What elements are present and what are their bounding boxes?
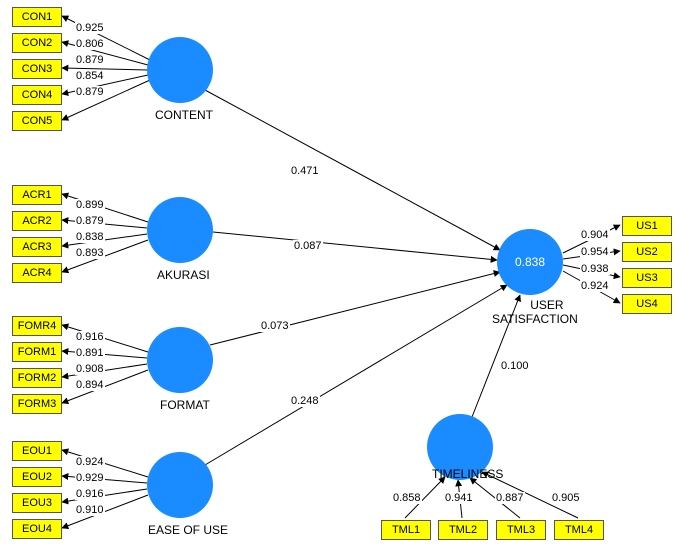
label-ease-of-use: EASE OF USE [148,523,228,537]
ind-us3: US3 [622,268,672,288]
load-us4: 0.924 [580,280,610,292]
load-acr2: 0.879 [75,215,105,227]
load-eou3: 0.916 [75,488,105,500]
ind-us4: US4 [622,294,672,314]
ind-tml2: TML2 [438,520,488,540]
path-timeliness-us: 0.100 [500,360,530,372]
load-eou1: 0.924 [75,456,105,468]
load-acr4: 0.893 [75,247,105,259]
load-us3: 0.938 [580,263,610,275]
load-con1: 0.925 [75,22,105,34]
latent-ease-of-use [147,452,213,518]
load-acr1: 0.899 [75,199,105,211]
ind-con4: CON4 [12,85,62,105]
ind-acr2: ACR2 [12,211,62,231]
ind-us1: US1 [622,216,672,236]
connectors [0,0,700,555]
load-eou4: 0.910 [75,504,105,516]
load-form3: 0.894 [75,379,105,391]
label-content: CONTENT [155,108,213,122]
latent-content [147,37,213,103]
label-timeliness: TIMELINESS [432,467,503,481]
ind-con1: CON1 [12,7,62,27]
load-form1: 0.891 [75,347,105,359]
path-eou-us: 0.248 [290,395,320,407]
label-us-line1: USER [530,298,563,312]
ind-fomr4: FOMR4 [12,316,62,336]
ind-form1: FORM1 [12,342,62,362]
ind-tml1: TML1 [381,520,431,540]
path-format-us: 0.073 [260,320,290,332]
label-akurasi: AKURASI [157,268,210,282]
load-tml2: 0.941 [444,492,474,504]
ind-eou1: EOU1 [12,441,62,461]
load-form2: 0.908 [75,363,105,375]
label-format: FORMAT [160,398,210,412]
load-fomr4: 0.916 [75,331,105,343]
ind-eou2: EOU2 [12,467,62,487]
latent-format [147,327,213,393]
load-con5: 0.879 [75,86,105,98]
ind-con2: CON2 [12,33,62,53]
ind-tml4: TML4 [554,520,604,540]
load-con3: 0.879 [75,54,105,66]
path-diagram: CONTENT AKURASI FORMAT EASE OF USE TIMEL… [0,0,700,555]
load-tml1: 0.858 [392,492,422,504]
ind-eou4: EOU4 [12,519,62,539]
path-content-us: 0.471 [290,165,320,177]
load-con4: 0.854 [75,70,105,82]
ind-con3: CON3 [12,59,62,79]
ind-tml3: TML3 [496,520,546,540]
ind-form3: FORM3 [12,394,62,414]
r2-user-satisfaction: 0.838 [515,255,545,269]
latent-akurasi [147,197,213,263]
path-akurasi-us: 0.087 [293,240,323,252]
load-acr3: 0.838 [75,231,105,243]
label-us-line2: SATISFACTION [492,312,578,326]
load-us2: 0.954 [580,246,610,258]
load-tml4: 0.905 [551,492,581,504]
load-us1: 0.904 [580,229,610,241]
latent-user-satisfaction: 0.838 [497,229,563,295]
label-user-satisfaction: USER SATISFACTION [516,298,578,326]
ind-acr3: ACR3 [12,237,62,257]
ind-form2: FORM2 [12,368,62,388]
load-con2: 0.806 [75,38,105,50]
load-eou2: 0.929 [75,472,105,484]
ind-acr1: ACR1 [12,185,62,205]
ind-eou3: EOU3 [12,493,62,513]
ind-con5: CON5 [12,111,62,131]
ind-us2: US2 [622,242,672,262]
load-tml3: 0.887 [495,492,525,504]
ind-acr4: ACR4 [12,263,62,283]
